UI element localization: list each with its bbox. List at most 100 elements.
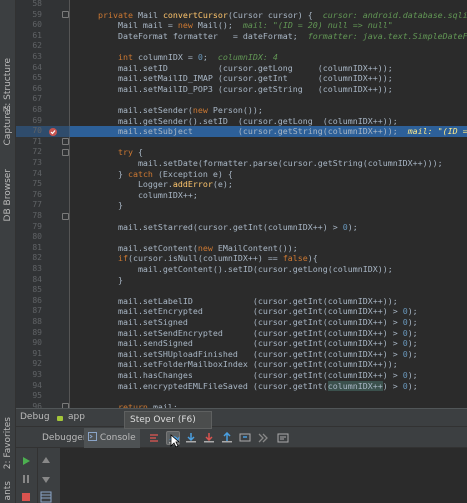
code-line[interactable]: mail.encryptedEMLFileSaved (cursor.getIn…	[70, 380, 467, 392]
gutter-line[interactable]: 80	[16, 232, 70, 243]
gutter-line[interactable]: 68	[16, 105, 70, 116]
code-editor[interactable]: private Mail convertCursor(Cursor cursor…	[70, 0, 467, 408]
step-into-button[interactable]	[184, 431, 198, 445]
gutter-line[interactable]: 63	[16, 52, 70, 63]
code-line[interactable]	[70, 232, 467, 243]
code-line[interactable]: mail.setSHUploadFinished (cursor.getInt(…	[70, 349, 467, 360]
code-line[interactable]: }	[70, 275, 467, 286]
gutter-line[interactable]: 88	[16, 317, 70, 328]
run-to-cursor-button[interactable]	[256, 431, 270, 445]
code-line[interactable]: private Mail convertCursor(Cursor cursor…	[70, 10, 467, 21]
code-line[interactable]	[70, 94, 467, 105]
gutter-line[interactable]: 87	[16, 306, 70, 317]
gutter-line[interactable]: 61	[16, 31, 70, 42]
gutter-line[interactable]: 93	[16, 370, 70, 381]
code-line[interactable]: mail.setStarred(cursor.getInt(columnIDX+…	[70, 222, 467, 233]
fold-marker-icon[interactable]	[62, 212, 69, 220]
code-line[interactable]: try {	[70, 147, 467, 158]
code-line[interactable]: mail.setSender(new Person());	[70, 105, 467, 116]
gutter-line[interactable]: 67	[16, 94, 70, 105]
breakpoint-icon[interactable]	[48, 127, 58, 137]
gutter-line[interactable]: 85	[16, 285, 70, 296]
code-line[interactable]: mail.setFolderMailboxIndex (cursor.getIn…	[70, 359, 467, 370]
tab-debugger[interactable]: Debugger	[38, 428, 91, 448]
code-line[interactable]: mail.setSubject (cursor.getString(column…	[70, 126, 467, 137]
code-line[interactable]: mail.setSendEncrypted (cursor.getInt(col…	[70, 328, 467, 339]
gutter-line[interactable]: 75	[16, 179, 70, 190]
code-line[interactable]: }	[70, 200, 467, 211]
gutter-line[interactable]: 91	[16, 349, 70, 360]
gutter-line[interactable]: 95	[16, 391, 70, 402]
gutter-line[interactable]: 77	[16, 200, 70, 211]
console-output[interactable]	[60, 448, 467, 503]
gutter-line[interactable]: 79	[16, 222, 70, 233]
scroll-up-button[interactable]	[40, 452, 54, 464]
code-line[interactable]: mail.setLabelID (cursor.getInt(columnIDX…	[70, 296, 467, 307]
rerun-button[interactable]	[20, 452, 34, 465]
editor-gutter[interactable]: 58 59 60 61 62 63 64 65 66 67 68 69 70 71 72 73 74 75 76 77…	[16, 0, 70, 432]
fold-marker-icon[interactable]	[62, 11, 69, 19]
gutter-line[interactable]: 89	[16, 328, 70, 339]
code-line[interactable]: int columnIDX = 0; columnIDX: 4	[70, 52, 467, 63]
code-line[interactable]: mail.setDate(formatter.parse(cursor.getS…	[70, 158, 467, 169]
stop-button[interactable]	[20, 488, 34, 501]
code-line[interactable]: mail.getContent().setID(cursor.getLong(c…	[70, 264, 467, 275]
show-execution-point-button[interactable]	[148, 431, 162, 445]
pause-button[interactable]	[20, 470, 34, 483]
gutter-line[interactable]: 73	[16, 158, 70, 169]
gutter-line[interactable]: 94	[16, 381, 70, 392]
code-line[interactable]: DateFormat formatter = dateFormat; forma…	[70, 31, 467, 42]
gutter-line[interactable]: 62	[16, 41, 70, 52]
scroll-down-button[interactable]	[40, 470, 54, 483]
code-line[interactable]: mail.hasChanges (cursor.getInt(columnIDX…	[70, 370, 467, 381]
code-line[interactable]: } catch (Exception e) {	[70, 169, 467, 180]
gutter-line[interactable]: 66	[16, 84, 70, 95]
code-line[interactable]	[70, 285, 467, 296]
gutter-line[interactable]: 84	[16, 275, 70, 286]
gutter-line[interactable]: 65	[16, 73, 70, 84]
soft-wrap-button[interactable]	[40, 488, 54, 503]
step-out-button[interactable]	[220, 431, 234, 445]
code-line[interactable]: columnIDX++;	[70, 190, 467, 201]
gutter-line[interactable]: 81	[16, 243, 70, 254]
gutter-line[interactable]: 92	[16, 359, 70, 370]
gutter-line[interactable]: 90	[16, 338, 70, 349]
variants-tab[interactable]: ants	[0, 478, 16, 503]
gutter-line[interactable]: 83	[16, 264, 70, 275]
tab-console[interactable]: Console	[84, 428, 140, 448]
code-line[interactable]: if(cursor.isNull(columnIDX++) == false){	[70, 253, 467, 264]
code-line[interactable]: mail.setEncrypted (cursor.getInt(columnI…	[70, 306, 467, 317]
captures-tab[interactable]: Captures	[0, 100, 16, 150]
code-line[interactable]: mail.setContent(new EMailContent());	[70, 243, 467, 254]
debug-app-name[interactable]: app	[68, 412, 85, 422]
gutter-line[interactable]: 70	[16, 126, 70, 137]
gutter-line[interactable]: 76	[16, 190, 70, 201]
code-line[interactable]	[70, 391, 467, 402]
db-browser-tab[interactable]: DB Browser	[0, 160, 16, 230]
code-line[interactable]	[70, 211, 467, 222]
gutter-line[interactable]: 58	[16, 0, 70, 10]
code-line[interactable]	[70, 0, 467, 10]
fold-marker-icon[interactable]	[62, 148, 69, 156]
gutter-line[interactable]: 74	[16, 169, 70, 180]
drop-frame-button[interactable]	[238, 431, 252, 445]
gutter-line[interactable]: 64	[16, 63, 70, 74]
gutter-line[interactable]: 82	[16, 253, 70, 264]
code-line[interactable]: mail.setSigned (cursor.getInt(columnIDX+…	[70, 317, 467, 328]
gutter-line[interactable]: 69	[16, 116, 70, 127]
code-line[interactable]	[70, 41, 467, 52]
code-line[interactable]: Mail mail = new Mail(); mail: "(ID = 20)…	[70, 20, 467, 31]
code-line[interactable]: mail.getSender().setID (cursor.getLong (…	[70, 116, 467, 127]
code-line[interactable]: mail.sendSigned (cursor.getInt(columnIDX…	[70, 338, 467, 349]
force-step-into-button[interactable]	[202, 431, 216, 445]
code-line[interactable]	[70, 137, 467, 148]
code-line[interactable]: mail.setID (cursor.getLong (columnIDX++)…	[70, 63, 467, 74]
gutter-line[interactable]: 60	[16, 20, 70, 31]
code-line[interactable]: mail.setMailID_IMAP (cursor.getInt (colu…	[70, 73, 467, 84]
fold-marker-icon[interactable]	[62, 138, 69, 146]
gutter-line[interactable]: 86	[16, 296, 70, 307]
favorites-tab[interactable]: 2: Favorites	[0, 412, 16, 474]
evaluate-expression-button[interactable]	[276, 431, 290, 445]
code-line[interactable]: Logger.addError(e);	[70, 179, 467, 190]
code-line[interactable]: mail.setMailID_POP3 (cursor.getString (c…	[70, 84, 467, 95]
